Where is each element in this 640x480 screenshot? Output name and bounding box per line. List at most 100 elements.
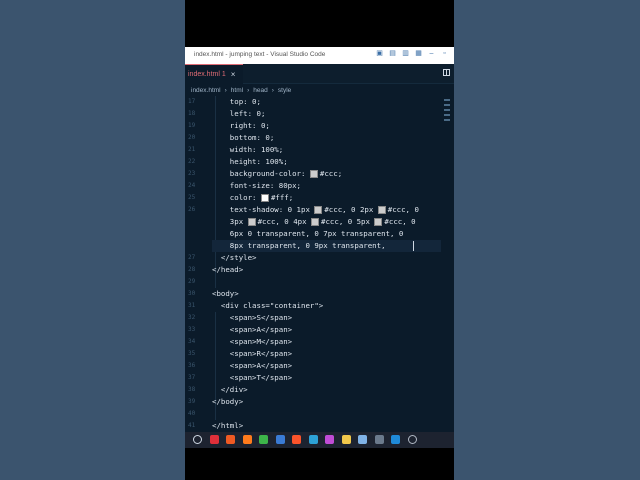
code-line[interactable]: 29: [185, 276, 454, 288]
color-swatch-icon[interactable]: [374, 218, 383, 226]
breadcrumb-style[interactable]: style: [278, 87, 291, 94]
code-line[interactable]: 31 <div class="container">: [185, 300, 454, 312]
line-number: 38: [188, 386, 196, 393]
line-number: 37: [188, 374, 196, 381]
code-line[interactable]: 30 <body>: [185, 288, 454, 300]
line-number: 27: [188, 254, 196, 261]
line-number: 34: [188, 338, 196, 345]
minimize-icon[interactable]: –: [428, 50, 435, 58]
code-text: height: 100%;: [212, 157, 288, 166]
tab-index-html[interactable]: index.html 1 ×: [185, 64, 243, 84]
edge-icon[interactable]: [308, 435, 318, 444]
code-line[interactable]: 8px transparent, 0 9px transparent,: [185, 240, 454, 252]
search-icon[interactable]: [193, 435, 202, 444]
code-text: </div>: [212, 385, 248, 394]
terminal-icon[interactable]: [374, 435, 384, 444]
color-swatch-icon[interactable]: [314, 206, 323, 214]
code-text: right: 0;: [212, 121, 270, 130]
code-line[interactable]: 37 <span>T</span>: [185, 372, 454, 384]
code-line[interactable]: 24 font-size: 80px;: [185, 180, 454, 192]
breadcrumb-html[interactable]: html: [231, 87, 243, 94]
code-line[interactable]: 6px 0 transparent, 0 7px transparent, 0: [185, 228, 454, 240]
color-swatch-icon[interactable]: [247, 218, 256, 226]
code-text: 6px 0 transparent, 0 7px transparent, 0: [212, 229, 404, 238]
code-line[interactable]: 22 height: 100%;: [185, 156, 454, 168]
code-line[interactable]: 21 width: 100%;: [185, 144, 454, 156]
code-text: background-color: #ccc;: [212, 169, 343, 178]
color-swatch-icon[interactable]: [260, 194, 269, 202]
firefox-icon[interactable]: [242, 435, 252, 444]
code-text: <span>R</span>: [212, 349, 293, 358]
code-line[interactable]: 25 color: #fff;: [185, 192, 454, 204]
github-icon[interactable]: [407, 435, 417, 444]
code-line[interactable]: 19 right: 0;: [185, 120, 454, 132]
code-line[interactable]: 33 <span>A</span>: [185, 324, 454, 336]
code-text: <span>A</span>: [212, 361, 293, 370]
line-number: 40: [188, 410, 196, 417]
code-line[interactable]: 38 </div>: [185, 384, 454, 396]
code-text: color: #fff;: [212, 193, 294, 202]
code-text: <span>A</span>: [212, 325, 293, 334]
opera-icon[interactable]: [209, 435, 219, 444]
layout-controls: ▣ ▤ ▥ ▦ – ▫: [376, 50, 448, 58]
minimap[interactable]: [444, 96, 452, 136]
code-text: width: 100%;: [212, 145, 284, 154]
code-text: 3px #ccc, 0 4px #ccc, 0 5px #ccc, 0: [212, 217, 416, 226]
line-number: 28: [188, 266, 196, 273]
code-line[interactable]: 32 <span>S</span>: [185, 312, 454, 324]
restore-icon[interactable]: ▫: [441, 50, 448, 58]
breadcrumb-head[interactable]: head: [253, 87, 267, 94]
code-line[interactable]: 36 <span>A</span>: [185, 360, 454, 372]
code-text: </style>: [212, 253, 257, 262]
code-text: <body>: [212, 289, 239, 298]
code-text: </head>: [212, 265, 244, 274]
taskbar: [185, 432, 454, 448]
code-line[interactable]: 27 </style>: [185, 252, 454, 264]
line-number: 33: [188, 326, 196, 333]
code-line[interactable]: 41 </html>: [185, 420, 454, 432]
line-number: 19: [188, 122, 196, 129]
code-line[interactable]: 23 background-color: #ccc;: [185, 168, 454, 180]
chrome-icon[interactable]: [259, 435, 268, 444]
toggle-secondary-icon[interactable]: ▥: [402, 50, 409, 58]
code-text: </body>: [212, 397, 244, 406]
customize-layout-icon[interactable]: ▦: [415, 50, 422, 58]
vscode-icon[interactable]: [391, 435, 400, 444]
line-number: 35: [188, 350, 196, 357]
code-text: top: 0;: [212, 97, 261, 106]
color-swatch-icon[interactable]: [311, 218, 320, 226]
line-number: 22: [188, 158, 196, 165]
line-number: 17: [188, 98, 196, 105]
code-line[interactable]: 3px #ccc, 0 4px #ccc, 0 5px #ccc, 0: [185, 216, 454, 228]
code-line[interactable]: 26 text-shadow: 0 1px #ccc, 0 2px #ccc, …: [185, 204, 454, 216]
code-line[interactable]: 39 </body>: [185, 396, 454, 408]
code-line[interactable]: 28 </head>: [185, 264, 454, 276]
screen-capture: index.html - jumping text - Visual Studi…: [185, 0, 454, 480]
code-editor: index.html 1 × index.html › html › head …: [185, 64, 454, 432]
python-icon[interactable]: [275, 435, 285, 444]
code-line[interactable]: 40: [185, 408, 454, 420]
breadcrumb-file[interactable]: index.html: [191, 87, 221, 94]
code-line[interactable]: 35 <span>R</span>: [185, 348, 454, 360]
line-number: 18: [188, 110, 196, 117]
code-area[interactable]: 17 top: 0; 18 left: 0; 19 right: 0; 20 bott…: [185, 96, 454, 432]
app-icon[interactable]: [325, 435, 334, 444]
files-icon[interactable]: [341, 435, 351, 444]
code-line[interactable]: 34 <span>M</span>: [185, 336, 454, 348]
color-swatch-icon[interactable]: [309, 170, 318, 178]
video-background-right: [454, 0, 640, 480]
toggle-sidebar-icon[interactable]: ▣: [376, 50, 383, 58]
code-line[interactable]: 17 top: 0;: [185, 96, 454, 108]
notepad-icon[interactable]: [358, 435, 367, 444]
close-icon[interactable]: ×: [231, 70, 236, 79]
color-swatch-icon[interactable]: [377, 206, 386, 214]
toggle-panel-icon[interactable]: ▤: [389, 50, 396, 58]
code-text: font-size: 80px;: [212, 181, 301, 190]
brave-lion-icon[interactable]: [292, 435, 301, 444]
split-editor-icon[interactable]: [443, 69, 450, 76]
code-line[interactable]: 18 left: 0;: [185, 108, 454, 120]
code-line[interactable]: 20 bottom: 0;: [185, 132, 454, 144]
brave-icon[interactable]: [226, 435, 235, 444]
breadcrumb: index.html › html › head › style: [185, 84, 454, 96]
line-number: 31: [188, 302, 196, 309]
